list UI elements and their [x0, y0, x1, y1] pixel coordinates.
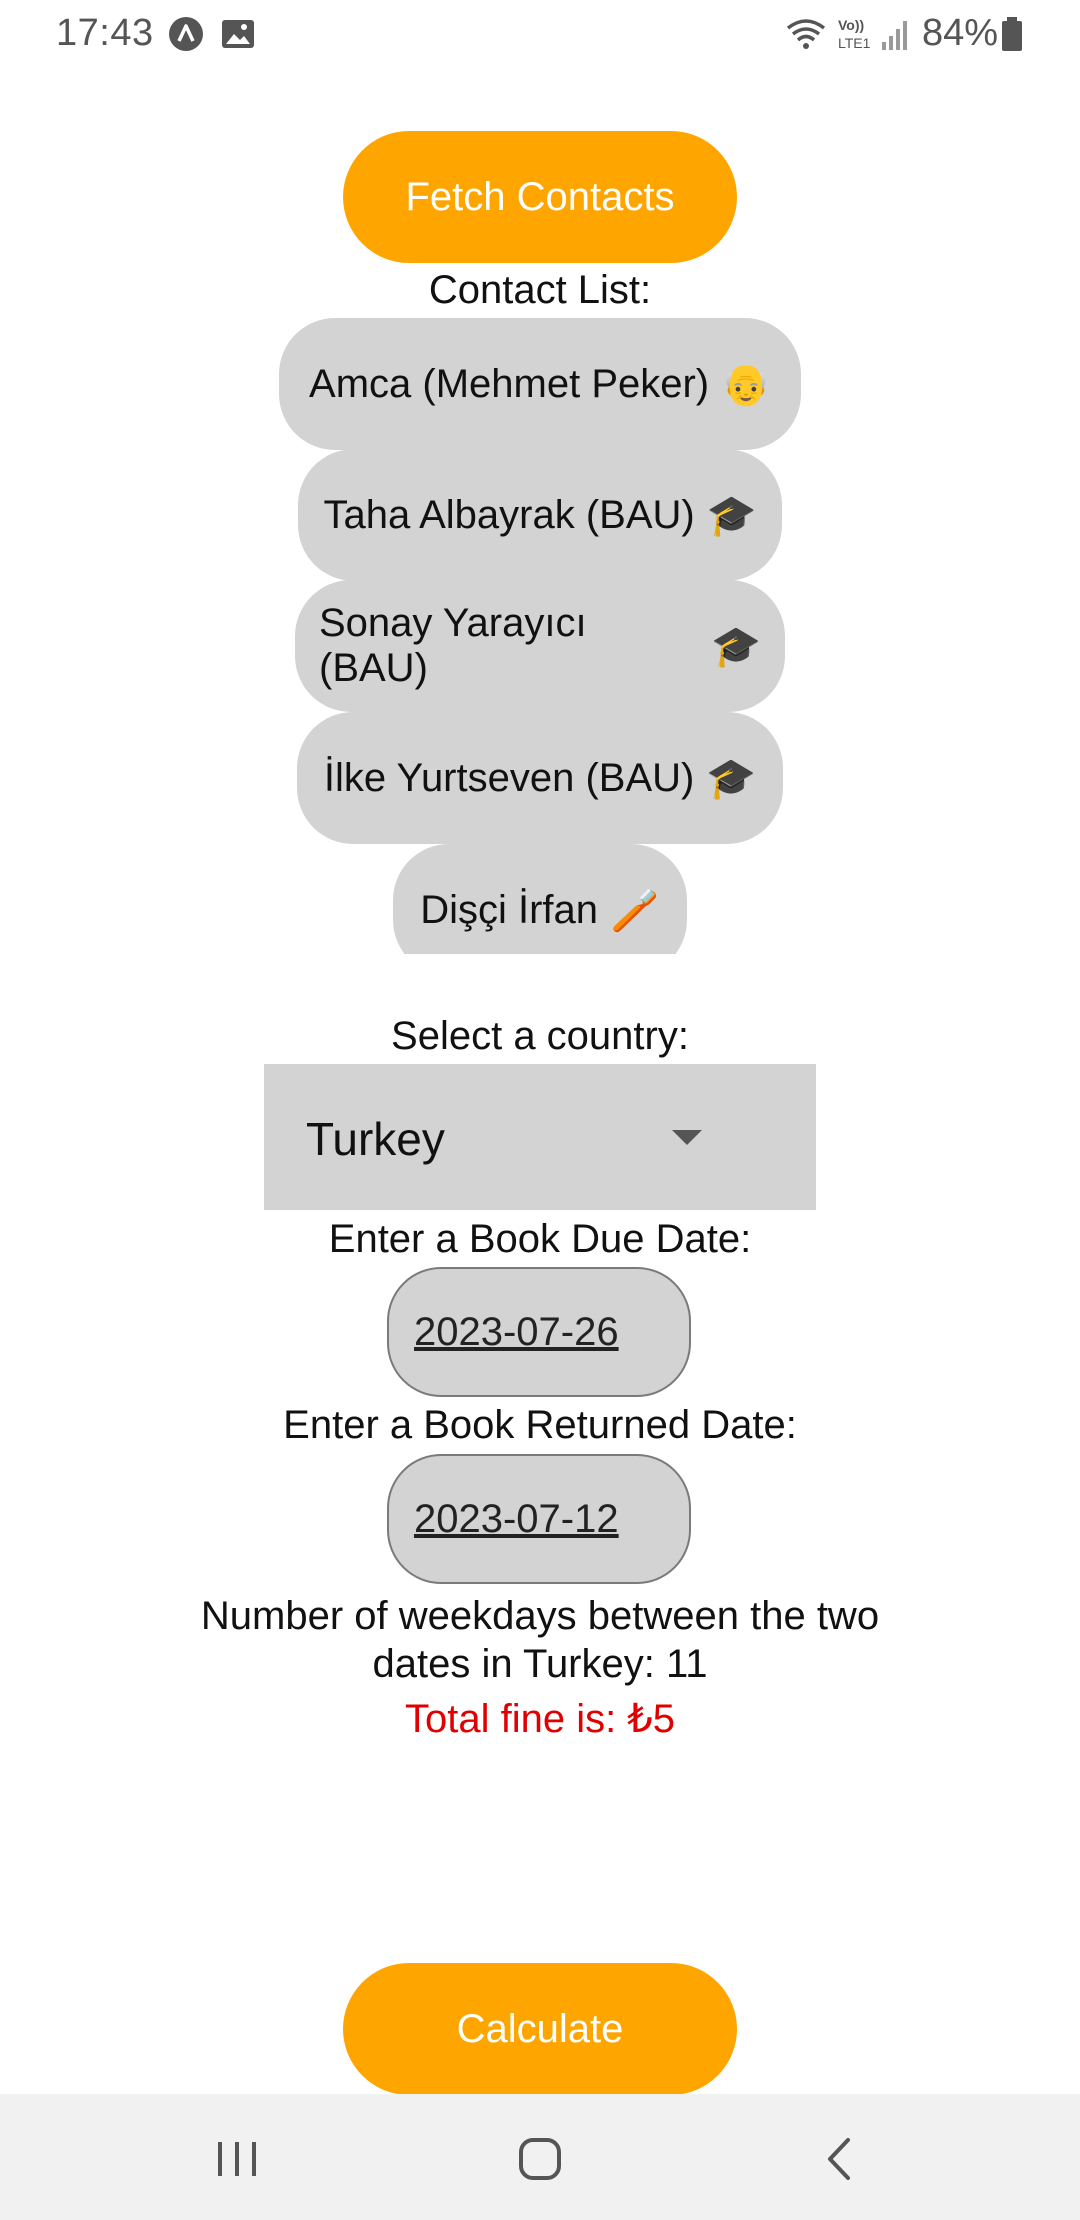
image-notification-icon — [222, 20, 254, 48]
dropdown-arrow-icon — [672, 1130, 702, 1145]
contact-item[interactable]: Amca (Mehmet Peker) 👴 — [279, 318, 801, 450]
recent-apps-icon[interactable] — [202, 2124, 272, 2194]
contact-name: Dişçi İrfan — [420, 887, 598, 932]
toothbrush-icon: 🪥 — [610, 887, 660, 934]
country-selected-value: Turkey — [306, 1113, 445, 1165]
calculate-label: Calculate — [456, 2006, 624, 2051]
contact-list-heading: Contact List: — [428, 268, 652, 312]
graduation-cap-icon: 🎓 — [706, 492, 757, 539]
graduation-cap-icon: 🎓 — [706, 755, 757, 802]
older-man-icon: 👴 — [721, 361, 771, 408]
app-notification-icon — [169, 17, 203, 51]
contact-list[interactable]: Amca (Mehmet Peker) 👴 Taha Albayrak (BAU… — [0, 318, 1080, 954]
svg-text:Vo)): Vo)) — [838, 17, 864, 33]
country-label: Select a country: — [391, 1014, 689, 1058]
back-icon[interactable] — [806, 2124, 876, 2194]
volte-icon: Vo)) LTE1 — [838, 17, 871, 51]
fetch-contacts-label: Fetch Contacts — [405, 174, 675, 219]
svg-text:LTE1: LTE1 — [838, 35, 871, 51]
contact-name: Sonay Yarayıcı (BAU) — [319, 601, 587, 690]
contact-item[interactable]: Dişçi İrfan 🪥 — [393, 844, 687, 954]
fetch-contacts-button[interactable]: Fetch Contacts — [343, 131, 737, 263]
contact-item[interactable]: Sonay Yarayıcı (BAU) 🎓 — [295, 580, 785, 712]
returned-date-label: Enter a Book Returned Date: — [283, 1403, 797, 1447]
weekdays-result: Number of weekdays between the two dates… — [200, 1594, 880, 1686]
due-date-label: Enter a Book Due Date: — [328, 1217, 752, 1261]
due-date-value: 2023-07-26 — [414, 1309, 619, 1354]
status-bar: 17:43 Vo)) LTE1 84% — [0, 0, 1080, 68]
system-nav-bar — [0, 2094, 1080, 2220]
signal-icon — [882, 21, 907, 50]
total-fine: Total fine is: ₺5 — [404, 1697, 676, 1741]
due-date-field[interactable]: 2023-07-26 — [387, 1267, 691, 1397]
battery-percentage: 84% — [922, 12, 999, 54]
wifi-icon — [786, 19, 826, 49]
status-time: 17:43 — [56, 12, 154, 54]
contact-name: İlke Yurtseven (BAU) — [323, 755, 695, 800]
contact-item[interactable]: Taha Albayrak (BAU) 🎓 — [298, 449, 782, 581]
country-select[interactable]: Turkey — [264, 1064, 816, 1210]
home-icon[interactable] — [505, 2124, 575, 2194]
returned-date-field[interactable]: 2023-07-12 — [387, 1454, 691, 1584]
calculate-button[interactable]: Calculate — [343, 1963, 737, 2095]
graduation-cap-icon: 🎓 — [711, 623, 761, 670]
contact-name: Taha Albayrak (BAU) — [323, 492, 695, 537]
contact-name: Amca (Mehmet Peker) — [309, 361, 710, 406]
returned-date-value: 2023-07-12 — [414, 1496, 619, 1541]
battery-icon — [1002, 17, 1022, 51]
contact-item[interactable]: İlke Yurtseven (BAU) 🎓 — [297, 712, 783, 844]
